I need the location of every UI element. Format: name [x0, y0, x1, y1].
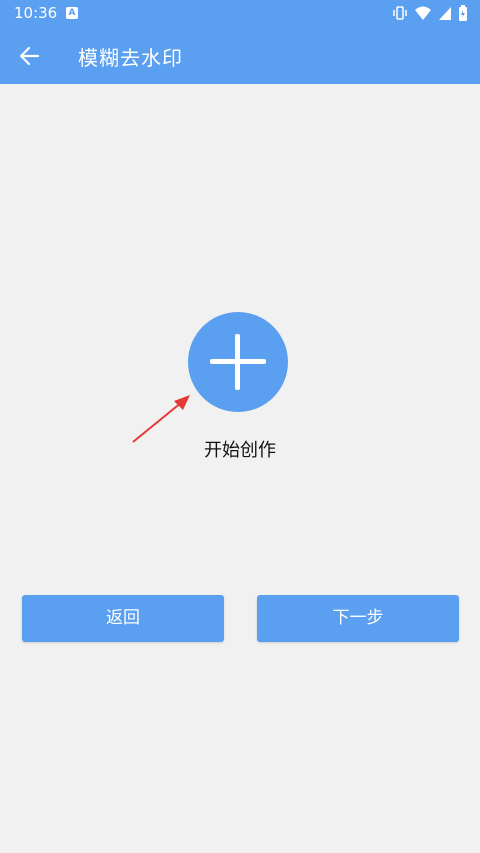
- notification-badge: A: [66, 7, 78, 19]
- status-icons: [392, 5, 468, 21]
- back-arrow-icon[interactable]: [16, 42, 44, 70]
- signal-icon: [439, 7, 451, 20]
- create-label: 开始创作: [204, 440, 276, 461]
- app-bar: 模糊去水印: [0, 26, 480, 84]
- back-button[interactable]: 返回: [22, 595, 224, 642]
- next-button[interactable]: 下一步: [257, 595, 459, 642]
- wifi-icon: [415, 6, 431, 20]
- battery-icon: [459, 5, 467, 21]
- vibrate-icon: [393, 6, 407, 20]
- start-create-button[interactable]: [188, 312, 288, 412]
- status-bar: 10:36 A: [0, 0, 480, 26]
- page-title: 模糊去水印: [78, 46, 183, 70]
- plus-icon-vertical: [235, 334, 240, 390]
- status-time: 10:36: [14, 4, 58, 22]
- create-section: [188, 312, 288, 412]
